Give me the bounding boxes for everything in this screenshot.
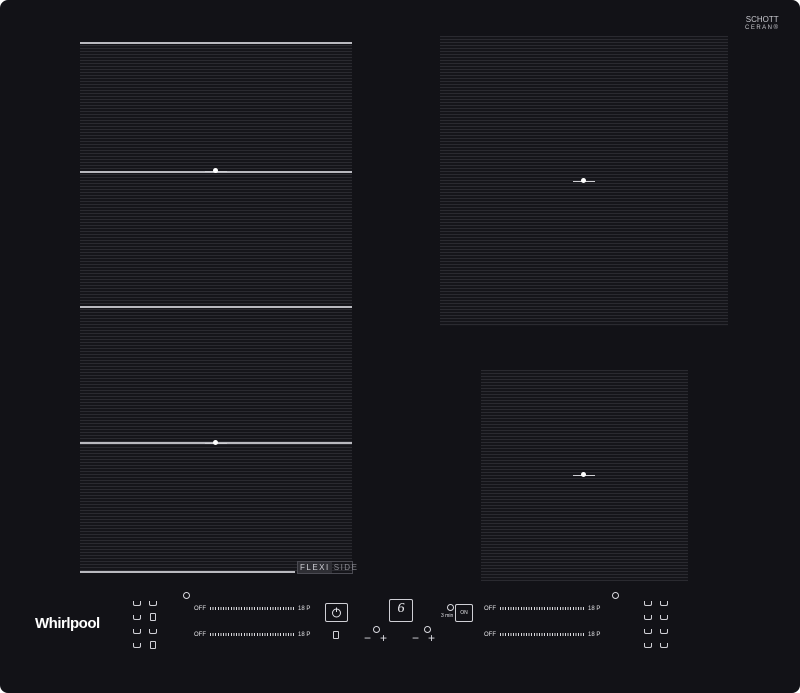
schott-line1: SCHOTT — [745, 15, 779, 24]
power-slider-right-rear[interactable] — [500, 607, 586, 610]
zone-right-rear-marker — [573, 178, 595, 183]
power-slider-left-rear[interactable] — [210, 607, 296, 610]
slider-max-label: 18 P — [298, 606, 311, 612]
preset-pot-icon[interactable] — [149, 629, 157, 634]
slider-off-label: OFF — [484, 632, 496, 638]
timer-plus-button[interactable]: + — [380, 632, 387, 644]
timer-minus-button[interactable]: − — [412, 632, 419, 644]
power-slider-left-front[interactable] — [210, 633, 296, 636]
timer-icon-left[interactable] — [183, 592, 190, 599]
whirlpool-logo: Whirlpool — [35, 615, 100, 632]
flexi-zone-top-edge — [80, 42, 352, 44]
zone-right-front-marker — [573, 472, 595, 477]
flexi-badge-part1: FLEXI — [298, 562, 332, 573]
preset-kettle-icon[interactable] — [150, 641, 156, 649]
slider-max-label: 18 P — [588, 632, 601, 638]
preset-pot-icon[interactable] — [644, 629, 652, 634]
preset-pan-icon[interactable] — [660, 615, 668, 620]
preset-pan-icon[interactable] — [660, 643, 668, 648]
preset-kettle-icon[interactable] — [150, 613, 156, 621]
preset-pot-icon[interactable] — [644, 643, 652, 648]
flexi-side-badge: FLEXI SIDE — [297, 561, 357, 574]
schott-ceran-mark: SCHOTT CERAN® — [745, 16, 779, 32]
preset-pan-icon[interactable] — [133, 601, 141, 606]
sixth-sense-button[interactable]: 6 — [389, 599, 413, 622]
schott-line2: CERAN® — [745, 25, 780, 31]
slider-off-label: OFF — [484, 606, 496, 612]
flexi-zone-left[interactable] — [80, 45, 352, 573]
timer-plus-button[interactable]: + — [428, 632, 435, 644]
slider-max-label: 18 P — [588, 606, 601, 612]
preset-pan-icon[interactable] — [133, 643, 141, 648]
power-icon — [332, 607, 341, 618]
slider-off-label: OFF — [194, 632, 206, 638]
preset-pan-icon[interactable] — [133, 615, 141, 620]
preset-pot-icon[interactable] — [644, 615, 652, 620]
flexi-zone-bottom-edge — [80, 571, 295, 573]
slider-off-label: OFF — [194, 606, 206, 612]
flexi-zone-marker-front — [205, 168, 227, 173]
power-button[interactable] — [325, 603, 348, 622]
preset-pan-icon[interactable] — [133, 629, 141, 634]
preset-pan-icon[interactable] — [660, 629, 668, 634]
timer-icon-right[interactable] — [612, 592, 619, 599]
flexi-badge-part2: SIDE — [333, 563, 359, 572]
flexi-zone-divider-2 — [80, 306, 352, 308]
flexi-zone-marker-rear — [205, 440, 227, 445]
on-button[interactable]: ON — [455, 604, 473, 622]
timer-icon-center-left[interactable] — [373, 626, 380, 633]
preset-pan-icon[interactable] — [660, 601, 668, 606]
lock-icon[interactable] — [333, 631, 339, 639]
slider-max-label: 18 P — [298, 632, 311, 638]
on-label: ON — [460, 610, 468, 616]
power-slider-right-front[interactable] — [500, 633, 586, 636]
cooktop-glass: SCHOTT CERAN® FLEXI SIDE Whirlpool OFF 1… — [0, 0, 800, 693]
keep-warm-icon — [447, 604, 454, 611]
timer-minus-button[interactable]: − — [364, 632, 371, 644]
preset-pot-icon[interactable] — [149, 601, 157, 606]
preset-pot-icon[interactable] — [644, 601, 652, 606]
timer-prefix: 3 min — [441, 613, 454, 619]
sixth-sense-digit: 6 — [397, 601, 405, 616]
